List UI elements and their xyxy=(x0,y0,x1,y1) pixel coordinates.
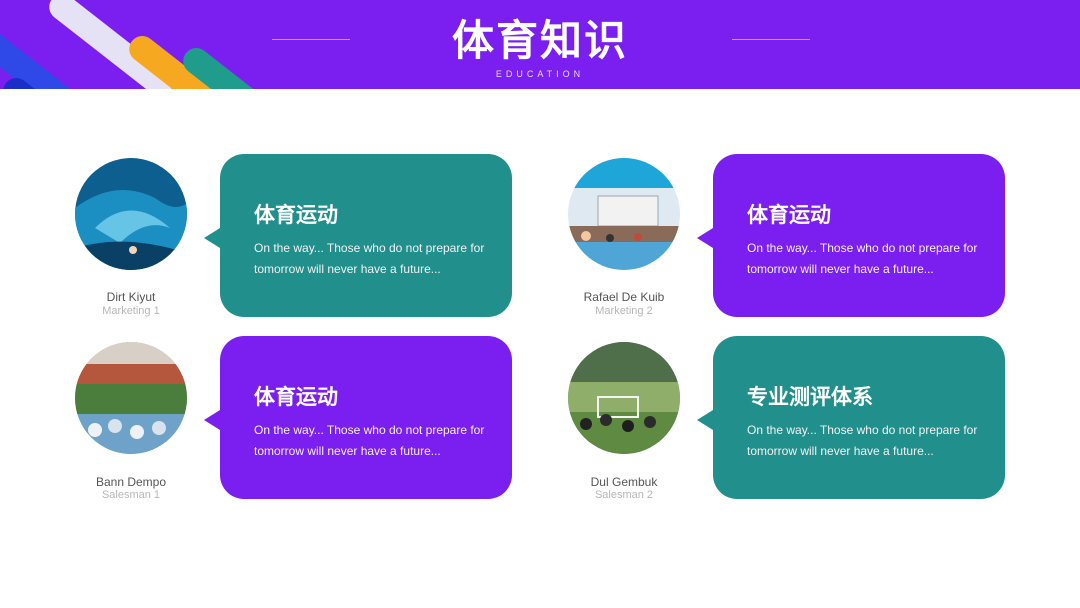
bubble-title: 体育运动 xyxy=(254,204,338,227)
bubble-tail xyxy=(204,228,220,248)
avatar-field-training-photo xyxy=(568,342,680,454)
person-name: Dul Gembuk xyxy=(590,475,658,489)
bubble-title: 体育运动 xyxy=(747,204,831,227)
bubble-tail xyxy=(204,410,220,430)
bubble-title: 专业测评体系 xyxy=(747,386,873,409)
avatar-surfing-photo xyxy=(75,158,187,270)
bubble-tail xyxy=(697,228,713,248)
page-subtitle: EDUCATION xyxy=(495,69,585,79)
bubble-tail xyxy=(697,410,713,430)
bubble-text: On the way... Those who do not prepare f… xyxy=(254,241,485,276)
speech-bubble: 体育运动 On the way... Those who do not prep… xyxy=(204,154,512,317)
person-name: Bann Dempo xyxy=(95,475,167,489)
person-role: Marketing 2 xyxy=(595,305,653,317)
page-title: 体育知识 xyxy=(451,17,628,64)
person-name: Dirt Kiyut xyxy=(106,290,156,304)
person-name: Rafael De Kuib xyxy=(583,290,665,304)
speech-bubble: 体育运动 On the way... Those who do not prep… xyxy=(204,336,512,499)
bubble-text: On the way... Those who do not prepare f… xyxy=(747,241,978,276)
person-role: Salesman 1 xyxy=(101,489,161,501)
bubble-text: On the way... Those who do not prepare f… xyxy=(747,423,978,458)
bubble-text: On the way... Those who do not prepare f… xyxy=(254,423,485,458)
person-role: Salesman 2 xyxy=(594,489,654,501)
bubble-title: 体育运动 xyxy=(254,386,338,409)
avatar-swimming-pool-photo xyxy=(568,158,680,270)
speech-bubble: 专业测评体系 On the way... Those who do not pr… xyxy=(697,336,1005,499)
avatar-group-exercise-photo xyxy=(75,342,187,454)
header-banner: 体育知识 EDUCATION xyxy=(0,0,1080,89)
person-role: Marketing 1 xyxy=(102,305,160,317)
speech-bubble: 体育运动 On the way... Those who do not prep… xyxy=(697,154,1005,317)
